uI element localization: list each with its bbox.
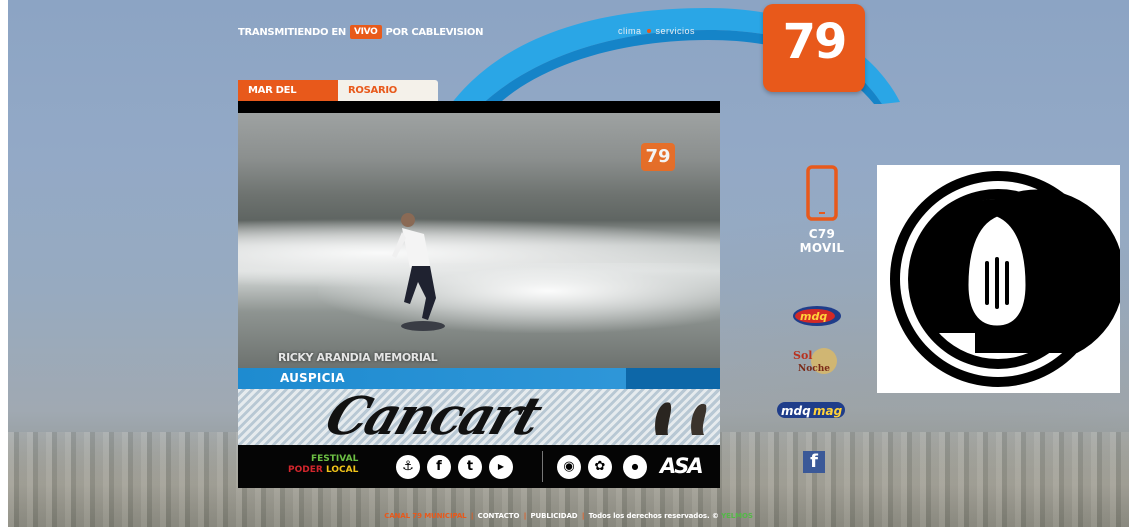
lion-crest-icon: ✿ <box>588 455 612 479</box>
footer: CANAL 79 MUNICIPAL | CONTACTO | PUBLICID… <box>384 512 753 520</box>
sponsor-banner: Cancart <box>238 389 720 445</box>
partner-logos-bar: FESTIVAL PODER LOCAL ⚓ f t ▶ ◉ ✿ ● ASA <box>238 445 720 488</box>
c79-movil-link[interactable]: C79 MOVIL <box>786 165 858 255</box>
live-prefix: TRANSMITIENDO EN <box>238 26 346 38</box>
footer-publicidad-link[interactable]: PUBLICIDAD <box>531 512 578 520</box>
channel-watermark: 79 <box>641 143 675 171</box>
svg-text:mag: mag <box>813 404 843 418</box>
footer-rights: Todos los derechos reservados. © <box>588 512 719 520</box>
tab-rosario[interactable]: ROSARIO <box>338 80 438 101</box>
facebook-icon[interactable]: f <box>427 455 451 479</box>
nav-link-servicios[interactable]: servicios <box>656 26 696 36</box>
hanga-logo <box>890 171 1125 387</box>
live-suffix: POR CABLEVISION <box>385 26 484 38</box>
top-nav: clima servicios <box>618 26 695 36</box>
sponsor-label-bar: AUSPICIA <box>238 368 720 389</box>
c79-movil-label: C79 MOVIL <box>799 227 845 255</box>
tab-mar-del-plata[interactable]: MAR DEL PLATA <box>238 80 338 117</box>
twitter-icon[interactable]: t <box>458 455 482 479</box>
page-background: TRANSMITIENDO EN VIVO POR CABLEVISION cl… <box>8 0 1129 527</box>
hanga-mini-icon: ◉ <box>557 455 581 479</box>
wave <box>318 263 720 333</box>
sponsor-name: Cancart <box>318 389 547 445</box>
mobile-phone-icon <box>806 165 838 221</box>
svg-text:Noche: Noche <box>798 364 830 374</box>
sol-de-noche-logo[interactable]: Sol Noche <box>790 345 844 377</box>
nav-separator <box>646 29 651 33</box>
mute-icon: ● <box>623 455 647 479</box>
youtube-icon[interactable]: ▶ <box>489 455 513 479</box>
live-badge: VIVO <box>349 25 382 39</box>
mdq-logo-graphic: mdq <box>793 306 841 326</box>
footer-brand[interactable]: YELMOS <box>721 512 753 520</box>
video-caption: RICKY ARANDIA MEMORIAL <box>278 351 438 364</box>
sponsor-label: AUSPICIA <box>280 371 345 385</box>
nav-link-clima[interactable]: clima <box>618 26 642 36</box>
facebook-icon[interactable]: f <box>803 451 825 473</box>
channel-logo[interactable]: 79 <box>763 4 865 92</box>
city-tabs: MAR DEL PLATA ROSARIO <box>238 80 438 117</box>
hanga-ad-banner[interactable] <box>877 165 1125 393</box>
video-player[interactable]: 79 RICKY ARANDIA MEMORIAL AUSPICIA Canca… <box>238 101 720 488</box>
asa-logo: ASA <box>660 454 704 478</box>
svg-text:Sol: Sol <box>793 349 812 362</box>
svg-text:mdq: mdq <box>800 310 827 323</box>
svg-text:mdq: mdq <box>781 404 811 418</box>
mdqmag-graphic: mdq mag <box>777 402 845 418</box>
sponsor-strip <box>626 368 720 389</box>
video-frame[interactable]: 79 RICKY ARANDIA MEMORIAL <box>238 113 720 368</box>
divider <box>542 451 543 482</box>
crest-icon: ⚓ <box>396 455 420 479</box>
footer-contacto-link[interactable]: CONTACTO <box>478 512 520 520</box>
sponsor-decoration <box>655 402 707 435</box>
surfer-figure <box>392 213 445 331</box>
festival-poder-local-logo: FESTIVAL PODER LOCAL <box>288 454 359 475</box>
footer-channel: CANAL 79 MUNICIPAL <box>384 512 467 520</box>
mdqmag-logo[interactable]: mdq mag <box>775 398 847 422</box>
sol-de-noche-graphic: Sol Noche <box>793 348 837 374</box>
mdq-logo[interactable]: mdq <box>791 303 843 329</box>
live-broadcast-banner: TRANSMITIENDO EN VIVO POR CABLEVISION <box>238 24 483 40</box>
